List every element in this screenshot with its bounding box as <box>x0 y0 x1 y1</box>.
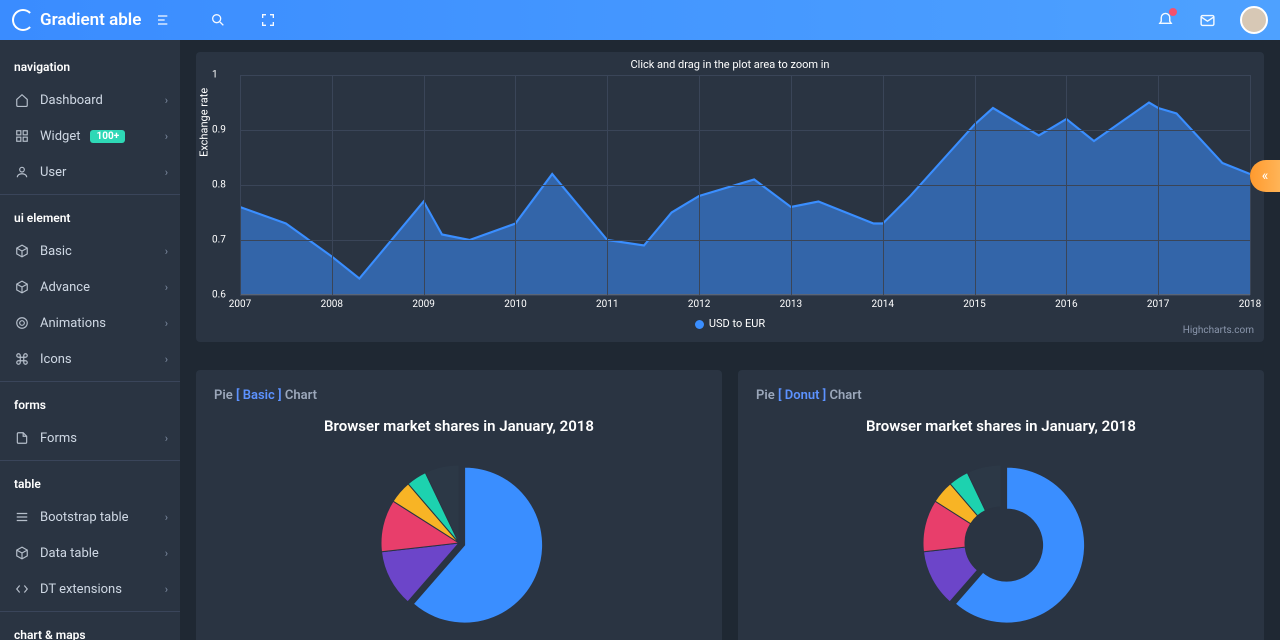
fullscreen-icon[interactable] <box>259 11 277 29</box>
sidebar-item-label: User <box>40 165 66 180</box>
home-icon <box>14 92 30 108</box>
sidebar-item-label: Dashboard <box>40 93 103 108</box>
area-chart-card: Click and drag in the plot area to zoom … <box>196 52 1264 342</box>
pie-basic-plot[interactable] <box>196 443 722 640</box>
chevron-right-icon: › <box>165 317 168 330</box>
pie-donut-title: Pie [ Donut ] Chart <box>738 370 1264 411</box>
list-icon <box>14 509 30 525</box>
sidebar-item-label: Basic <box>40 244 72 259</box>
user-icon <box>14 164 30 180</box>
sidebar-item-label: Widget <box>40 129 80 144</box>
chevron-right-icon: › <box>165 94 168 107</box>
grid-icon <box>14 128 30 144</box>
brand-icon <box>12 9 34 31</box>
sidebar: navigation Dashboard › Widget 100+ › User › ui e… <box>0 40 180 640</box>
sidebar-item-widget[interactable]: Widget 100+ › <box>0 118 180 154</box>
sidebar-item-data-table[interactable]: Data table › <box>0 535 180 571</box>
box-icon <box>14 243 30 259</box>
pie-donut-plot[interactable] <box>738 443 1264 640</box>
notification-icon[interactable] <box>1156 11 1174 29</box>
sidebar-item-label: Forms <box>40 431 77 446</box>
box-icon <box>14 279 30 295</box>
chevron-right-icon: › <box>165 130 168 143</box>
chevron-right-icon: › <box>165 166 168 179</box>
sidebar-item-dashboard[interactable]: Dashboard › <box>0 82 180 118</box>
area-chart-subtitle: Click and drag in the plot area to zoom … <box>196 52 1264 71</box>
brand-label: Gradient able <box>40 10 141 30</box>
area-chart-legend: USD to EUR <box>196 317 1264 330</box>
sidebar-group-label: forms <box>0 386 180 420</box>
sidebar-item-label: DT extensions <box>40 582 122 597</box>
chevron-right-icon: › <box>165 245 168 258</box>
avatar[interactable] <box>1240 6 1268 34</box>
sidebar-item-dt-extensions[interactable]: DT extensions › <box>0 571 180 607</box>
sidebar-item-label: Animations <box>40 316 106 331</box>
sidebar-item-icons[interactable]: Icons › <box>0 341 180 377</box>
file-icon <box>14 430 30 446</box>
pie-basic-chart-title: Browser market shares in January, 2018 <box>196 417 722 435</box>
cmd-icon <box>14 351 30 367</box>
settings-opener-icon[interactable]: « <box>1250 160 1280 192</box>
pie-donut-card: Pie [ Donut ] Chart Browser market share… <box>738 370 1264 640</box>
sidebar-group-label: table <box>0 465 180 499</box>
topbar: Gradient able <box>0 0 1280 40</box>
pie-donut-chart-title: Browser market shares in January, 2018 <box>738 417 1264 435</box>
mail-icon[interactable] <box>1198 11 1216 29</box>
chevron-right-icon: › <box>165 353 168 366</box>
area-chart-ylabel: Exchange rate <box>198 88 211 157</box>
sidebar-item-user[interactable]: User › <box>0 154 180 190</box>
pie-basic-title: Pie [ Basic ] Chart <box>196 370 722 411</box>
pie-basic-card: Pie [ Basic ] Chart Browser market share… <box>196 370 722 640</box>
chevron-right-icon: › <box>165 547 168 560</box>
sidebar-group-label: ui element <box>0 199 180 233</box>
chevron-right-icon: › <box>165 511 168 524</box>
box-icon <box>14 545 30 561</box>
sidebar-item-label: Icons <box>40 352 72 367</box>
chevron-right-icon: › <box>165 281 168 294</box>
chart-credit[interactable]: Highcharts.com <box>1183 325 1254 336</box>
search-icon[interactable] <box>209 11 227 29</box>
code-icon <box>14 581 30 597</box>
legend-item[interactable]: USD to EUR <box>695 317 765 330</box>
chevron-right-icon: › <box>165 432 168 445</box>
sidebar-item-label: Bootstrap table <box>40 510 129 525</box>
sidebar-group-label: chart & maps <box>0 616 180 640</box>
sidebar-item-basic[interactable]: Basic › <box>0 233 180 269</box>
sidebar-item-advance[interactable]: Advance › <box>0 269 180 305</box>
menu-collapse-icon[interactable] <box>155 11 173 29</box>
sidebar-item-forms[interactable]: Forms › <box>0 420 180 456</box>
life-icon <box>14 315 30 331</box>
chevron-right-icon: › <box>165 583 168 596</box>
sidebar-group-label: navigation <box>0 48 180 82</box>
sidebar-item-label: Data table <box>40 546 99 561</box>
brand[interactable]: Gradient able <box>12 9 141 31</box>
sidebar-item-animations[interactable]: Animations › <box>0 305 180 341</box>
badge: 100+ <box>90 130 125 143</box>
sidebar-item-bootstrap-table[interactable]: Bootstrap table › <box>0 499 180 535</box>
sidebar-item-label: Advance <box>40 280 90 295</box>
